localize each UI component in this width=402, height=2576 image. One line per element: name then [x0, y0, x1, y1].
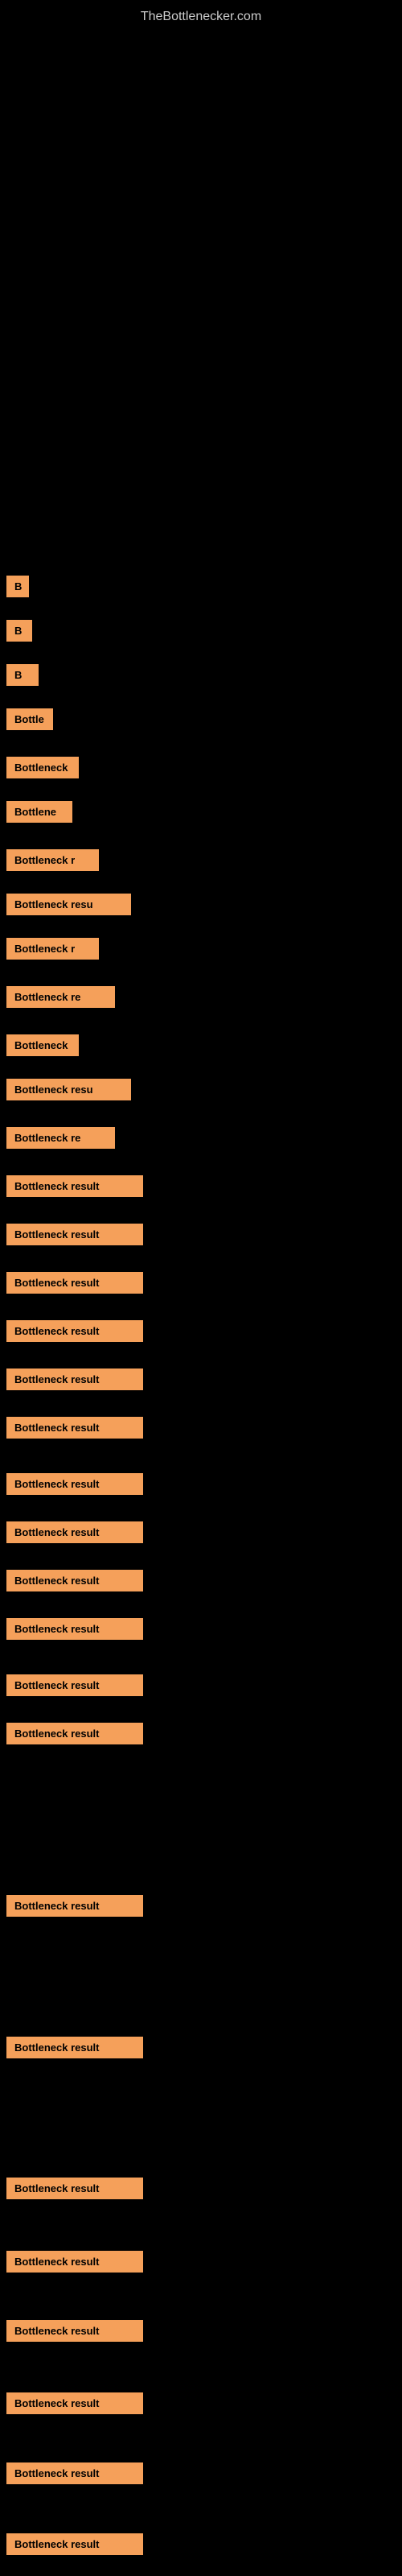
bottleneck-label-30: Bottleneck result: [6, 2320, 143, 2342]
site-header: TheBottlenecker.com: [0, 0, 402, 31]
bottleneck-item-22[interactable]: Bottleneck result: [6, 1570, 143, 1591]
bottleneck-label-12: Bottleneck resu: [6, 1079, 131, 1100]
site-title: TheBottlenecker.com: [0, 0, 402, 31]
bottleneck-label-26: Bottleneck result: [6, 1895, 143, 1917]
bottleneck-item-1[interactable]: B: [6, 576, 29, 597]
bottleneck-label-15: Bottleneck result: [6, 1224, 143, 1245]
bottleneck-label-13: Bottleneck re: [6, 1127, 115, 1149]
bottleneck-label-28: Bottleneck result: [6, 2178, 143, 2199]
bottleneck-item-13[interactable]: Bottleneck re: [6, 1127, 115, 1149]
bottleneck-label-1: B: [6, 576, 29, 597]
bottleneck-item-27[interactable]: Bottleneck result: [6, 2037, 143, 2058]
bottleneck-item-2[interactable]: B: [6, 620, 32, 642]
bottleneck-item-16[interactable]: Bottleneck result: [6, 1272, 143, 1294]
bottleneck-item-25[interactable]: Bottleneck result: [6, 1723, 143, 1744]
bottleneck-item-31[interactable]: Bottleneck result: [6, 2392, 143, 2414]
bottleneck-item-15[interactable]: Bottleneck result: [6, 1224, 143, 1245]
bottleneck-label-20: Bottleneck result: [6, 1473, 143, 1495]
bottleneck-item-5[interactable]: Bottleneck: [6, 757, 79, 778]
bottleneck-label-5: Bottleneck: [6, 757, 79, 778]
bottleneck-label-21: Bottleneck result: [6, 1521, 143, 1543]
bottleneck-label-18: Bottleneck result: [6, 1368, 143, 1390]
bottleneck-label-31: Bottleneck result: [6, 2392, 143, 2414]
bottleneck-item-33[interactable]: Bottleneck result: [6, 2533, 143, 2555]
bottleneck-label-24: Bottleneck result: [6, 1674, 143, 1696]
bottleneck-item-19[interactable]: Bottleneck result: [6, 1417, 143, 1439]
bottleneck-label-25: Bottleneck result: [6, 1723, 143, 1744]
bottleneck-label-29: Bottleneck result: [6, 2251, 143, 2273]
bottleneck-label-19: Bottleneck result: [6, 1417, 143, 1439]
bottleneck-item-30[interactable]: Bottleneck result: [6, 2320, 143, 2342]
bottleneck-label-32: Bottleneck result: [6, 2462, 143, 2484]
bottleneck-label-16: Bottleneck result: [6, 1272, 143, 1294]
bottleneck-label-14: Bottleneck result: [6, 1175, 143, 1197]
bottleneck-item-8[interactable]: Bottleneck resu: [6, 894, 131, 915]
bottleneck-item-20[interactable]: Bottleneck result: [6, 1473, 143, 1495]
page-container: TheBottlenecker.com: [0, 0, 402, 31]
bottleneck-label-3: B: [6, 664, 39, 686]
bottleneck-label-17: Bottleneck result: [6, 1320, 143, 1342]
bottleneck-item-9[interactable]: Bottleneck r: [6, 938, 99, 960]
bottleneck-label-4: Bottle: [6, 708, 53, 730]
bottleneck-item-12[interactable]: Bottleneck resu: [6, 1079, 131, 1100]
bottleneck-item-28[interactable]: Bottleneck result: [6, 2178, 143, 2199]
bottleneck-item-6[interactable]: Bottlene: [6, 801, 72, 823]
bottleneck-label-22: Bottleneck result: [6, 1570, 143, 1591]
bottleneck-label-33: Bottleneck result: [6, 2533, 143, 2555]
bottleneck-item-24[interactable]: Bottleneck result: [6, 1674, 143, 1696]
bottleneck-item-10[interactable]: Bottleneck re: [6, 986, 115, 1008]
bottleneck-item-4[interactable]: Bottle: [6, 708, 53, 730]
bottleneck-item-18[interactable]: Bottleneck result: [6, 1368, 143, 1390]
bottleneck-label-11: Bottleneck: [6, 1034, 79, 1056]
bottleneck-label-9: Bottleneck r: [6, 938, 99, 960]
bottleneck-item-29[interactable]: Bottleneck result: [6, 2251, 143, 2273]
bottleneck-label-23: Bottleneck result: [6, 1618, 143, 1640]
bottleneck-label-10: Bottleneck re: [6, 986, 115, 1008]
bottleneck-item-7[interactable]: Bottleneck r: [6, 849, 99, 871]
bottleneck-item-23[interactable]: Bottleneck result: [6, 1618, 143, 1640]
bottleneck-item-11[interactable]: Bottleneck: [6, 1034, 79, 1056]
bottleneck-item-26[interactable]: Bottleneck result: [6, 1895, 143, 1917]
bottleneck-item-14[interactable]: Bottleneck result: [6, 1175, 143, 1197]
bottleneck-label-27: Bottleneck result: [6, 2037, 143, 2058]
bottleneck-item-3[interactable]: B: [6, 664, 39, 686]
bottleneck-label-8: Bottleneck resu: [6, 894, 131, 915]
bottleneck-item-21[interactable]: Bottleneck result: [6, 1521, 143, 1543]
bottleneck-label-7: Bottleneck r: [6, 849, 99, 871]
bottleneck-label-6: Bottlene: [6, 801, 72, 823]
bottleneck-label-2: B: [6, 620, 32, 642]
bottleneck-item-17[interactable]: Bottleneck result: [6, 1320, 143, 1342]
bottleneck-item-32[interactable]: Bottleneck result: [6, 2462, 143, 2484]
